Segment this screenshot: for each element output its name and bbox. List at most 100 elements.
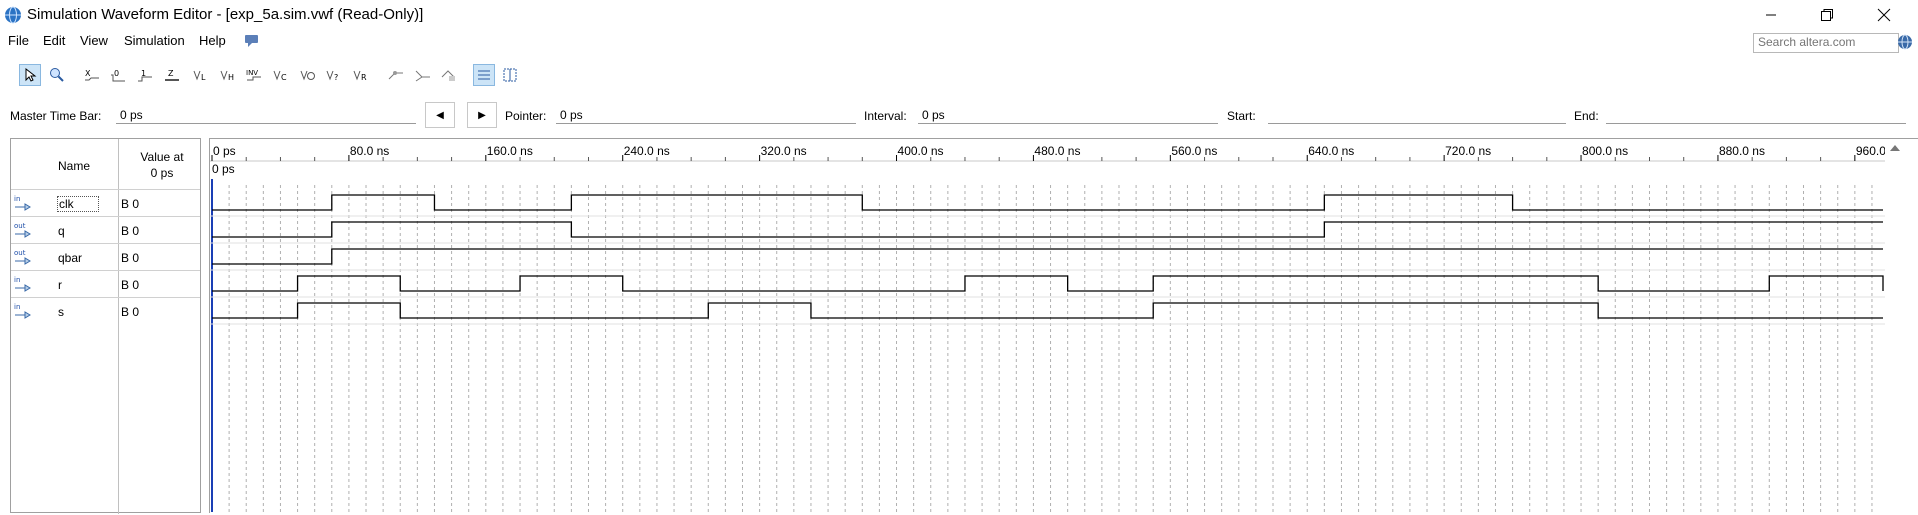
master-time-bar-label: Master Time Bar:: [10, 109, 102, 123]
svg-text:R: R: [361, 73, 367, 82]
signal-value: B 0: [121, 197, 140, 211]
ruler-tick-label: 800.0 ns: [1582, 144, 1628, 158]
svg-text:INV: INV: [246, 69, 258, 77]
group-button[interactable]: [412, 64, 434, 86]
ungroup-button[interactable]: [438, 64, 460, 86]
svg-text:L: L: [201, 73, 206, 82]
forcing-low-button[interactable]: 0: [107, 64, 129, 86]
group-icon: [415, 70, 430, 82]
snap-button[interactable]: [385, 64, 407, 86]
value-header-line1: Value at: [140, 150, 184, 164]
signal-row-3[interactable]: in r B 0: [11, 270, 200, 298]
signal-name: r: [58, 278, 62, 292]
signal-value: B 0: [121, 305, 140, 319]
forcing-high-button[interactable]: 1: [134, 64, 156, 86]
ruler-tick-label: 960.0 ns: [1856, 144, 1885, 158]
sort-icon: [478, 70, 490, 80]
zoom-tool-icon: [50, 68, 64, 82]
count-value-icon: C: [273, 70, 287, 82]
menu-help[interactable]: Help: [199, 33, 226, 48]
ruler-tick-label: 0 ps: [213, 144, 236, 158]
ruler-tick-label: 640.0 ns: [1308, 144, 1354, 158]
waveform-panel[interactable]: 0 ps 80.0 ns 160.0 ns 240.0 ns 320.0 ns 400.0…: [209, 138, 1918, 513]
name-column-header[interactable]: Name: [58, 159, 90, 173]
selection-tool-button[interactable]: [19, 64, 41, 86]
high-impedance-icon: Z: [165, 69, 179, 81]
menu-simulation[interactable]: Simulation: [124, 33, 185, 48]
grid-settings-button[interactable]: [500, 64, 522, 86]
signal-row-4[interactable]: in s B 0: [11, 297, 200, 325]
search-input[interactable]: [1754, 34, 1900, 50]
value-header-line2: 0 ps: [150, 166, 174, 180]
signal-name: qbar: [58, 251, 83, 265]
menu-file[interactable]: File: [8, 33, 29, 48]
interval-label: Interval:: [864, 109, 907, 123]
ruler-tick-label: 400.0 ns: [898, 144, 944, 158]
menu-view[interactable]: View: [80, 33, 108, 48]
time-cursor-label: 0 ps: [212, 162, 235, 176]
start-label: Start:: [1227, 109, 1256, 123]
search-box[interactable]: [1753, 33, 1900, 53]
clock-icon: [300, 70, 315, 81]
unknown-value-button[interactable]: X: [81, 64, 103, 86]
weak-low-button[interactable]: L: [190, 64, 212, 86]
forcing-high-icon: 1: [138, 69, 152, 82]
master-time-bar-field[interactable]: 0 ps: [116, 105, 416, 124]
signal-row-2[interactable]: out qbar B 0: [11, 243, 200, 271]
globe-search-icon[interactable]: [1897, 34, 1913, 50]
right-arrow-icon: ▶: [478, 109, 486, 121]
signal-name: s: [58, 305, 64, 319]
high-impedance-button[interactable]: Z: [161, 64, 183, 86]
next-transition-button[interactable]: ▶: [467, 102, 497, 128]
zoom-tool-button[interactable]: [46, 64, 68, 86]
random-values-button[interactable]: ?: [323, 64, 345, 86]
snap-to-grid-icon: [388, 71, 403, 80]
pointer-field: 0 ps: [556, 105, 856, 124]
restore-button[interactable]: [1800, 0, 1854, 30]
svg-text:C: C: [281, 73, 287, 82]
minimize-icon: [1766, 14, 1776, 16]
quartus-globe-icon: [5, 6, 21, 24]
svg-text:H: H: [228, 73, 234, 82]
ruler-tick-label: 480.0 ns: [1034, 144, 1080, 158]
pin-direction-label: out: [14, 249, 26, 257]
svg-text:X: X: [85, 69, 91, 78]
sort-button[interactable]: [473, 64, 495, 86]
arbitrary-value-button[interactable]: R: [350, 64, 372, 86]
ruler-tick-label: 320.0 ns: [761, 144, 807, 158]
scroll-up-icon[interactable]: [1886, 138, 1904, 158]
signal-name: clk: [57, 196, 99, 212]
count-value-button[interactable]: C: [270, 64, 292, 86]
pin-direction-label: out: [14, 222, 26, 230]
signal-value: B 0: [121, 224, 140, 238]
vertical-scrollbar[interactable]: [1886, 138, 1904, 513]
menu-edit[interactable]: Edit: [43, 33, 65, 48]
window-title: Simulation Waveform Editor - [exp_5a.sim…: [27, 6, 424, 23]
title-bar: Simulation Waveform Editor - [exp_5a.sim…: [0, 0, 1918, 30]
signal-value: B 0: [121, 278, 140, 292]
previous-transition-button[interactable]: ◀: [425, 102, 455, 128]
signal-value: B 0: [121, 251, 140, 265]
invert-button[interactable]: INV: [243, 64, 265, 86]
pin-direction-label: in: [14, 195, 20, 203]
weak-high-button[interactable]: H: [217, 64, 239, 86]
pointer-label: Pointer:: [505, 109, 547, 123]
output-pin-icon: out: [14, 222, 31, 238]
weak-high-icon: H: [220, 70, 234, 82]
clock-button[interactable]: [297, 64, 319, 86]
output-pin-icon: out: [14, 249, 31, 265]
reverse-group-icon: [441, 70, 455, 81]
feedback-icon[interactable]: [244, 34, 260, 48]
weak-low-icon: L: [193, 70, 206, 82]
input-pin-icon: in: [14, 303, 31, 319]
ruler-tick-label: 720.0 ns: [1445, 144, 1491, 158]
signal-row-0[interactable]: in clk B 0: [11, 189, 200, 217]
value-column-header[interactable]: Value at 0 ps: [118, 149, 206, 181]
waveform-canvas[interactable]: 0 ps 80.0 ns 160.0 ns 240.0 ns 320.0 ns 400.0…: [210, 139, 1907, 512]
close-button[interactable]: [1857, 0, 1911, 30]
end-label: End:: [1574, 109, 1599, 123]
minimize-button[interactable]: [1744, 0, 1798, 30]
interval-field: 0 ps: [918, 105, 1218, 124]
signal-row-1[interactable]: out q B 0: [11, 216, 200, 244]
svg-text:0: 0: [114, 69, 119, 78]
